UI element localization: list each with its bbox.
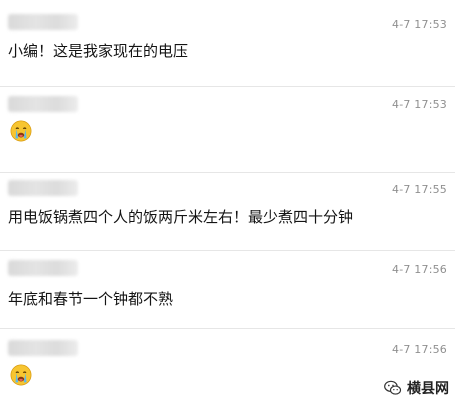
divider: [0, 86, 455, 87]
comment-text: 年底和春节一个钟都不熟: [8, 290, 174, 308]
blurred-username: [8, 260, 78, 276]
divider: [0, 250, 455, 251]
crying-face-icon: [10, 364, 32, 386]
comment-time: 4-7 17:53: [392, 18, 447, 31]
watermark-text: 横县网: [407, 381, 449, 397]
crying-face-icon: [10, 120, 32, 142]
comment-text: 小编！这是我家现在的电压: [8, 42, 189, 60]
comment-time: 4-7 17:55: [392, 183, 447, 196]
blurred-username: [8, 14, 78, 30]
wechat-icon: [384, 380, 402, 395]
comment-time: 4-7 17:53: [392, 98, 447, 111]
blurred-username: [8, 340, 78, 356]
divider: [0, 172, 455, 173]
comment-list: 4-7 17:53 小编！这是我家现在的电压 4-7 17:53 4-7 17:…: [0, 0, 455, 402]
divider: [0, 328, 455, 329]
comment-time: 4-7 17:56: [392, 343, 447, 356]
comment-text: 用电饭锅煮四个人的饭两斤米左右！最少煮四十分钟: [8, 208, 354, 226]
blurred-username: [8, 180, 78, 196]
comment-time: 4-7 17:56: [392, 263, 447, 276]
blurred-username: [8, 96, 78, 112]
watermark: 横县网: [383, 378, 449, 398]
